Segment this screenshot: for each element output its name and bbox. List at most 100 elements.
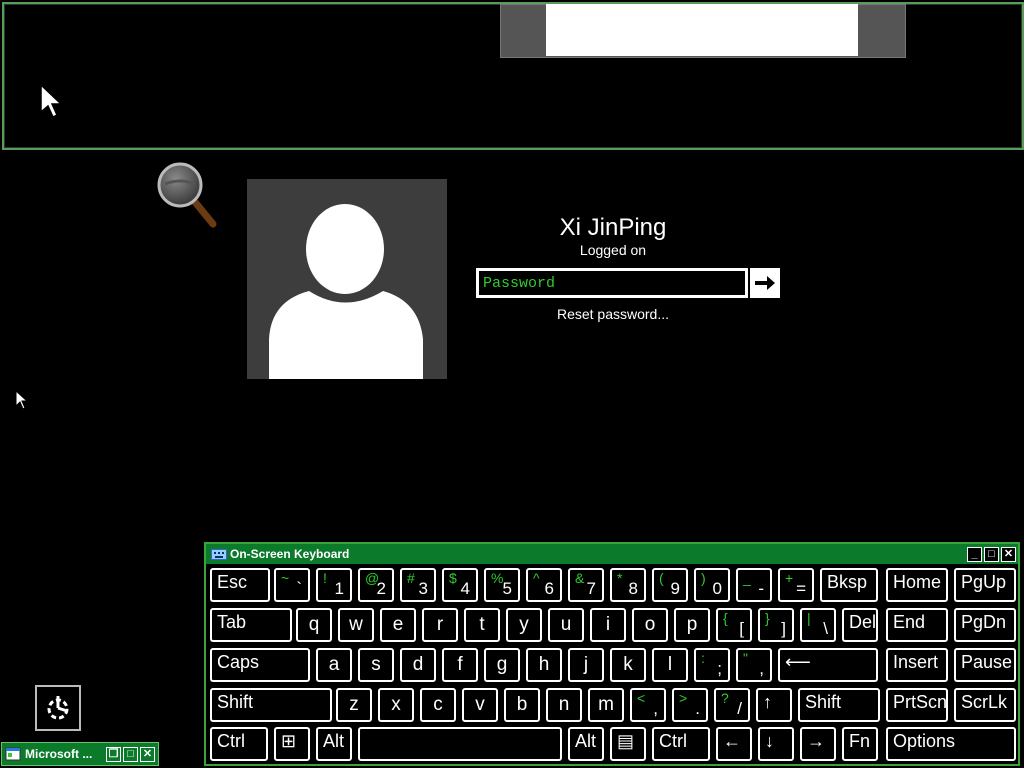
key-j[interactable]: j xyxy=(568,648,604,682)
key-altgr[interactable]: Alt xyxy=(568,727,604,761)
submit-arrow-button[interactable] xyxy=(750,268,780,298)
key-9[interactable]: (9 xyxy=(652,568,688,602)
key-r[interactable]: r xyxy=(422,608,458,642)
key-quote[interactable]: ", xyxy=(736,648,772,682)
key-5[interactable]: % 5 xyxy=(484,568,520,602)
key-p[interactable]: p xyxy=(674,608,710,642)
restore-button[interactable]: ❐ xyxy=(106,746,121,762)
close-button[interactable]: ✕ xyxy=(140,746,155,762)
key-options[interactable]: Options xyxy=(886,727,1016,761)
key-shift-label: $ xyxy=(449,570,457,586)
key-h[interactable]: h xyxy=(526,648,562,682)
key-rbracket[interactable]: }] xyxy=(758,608,794,642)
key-ctrl[interactable]: Ctrl xyxy=(210,727,268,761)
key-bksp[interactable]: Bksp xyxy=(820,568,878,602)
key-semicolon[interactable]: :; xyxy=(694,648,730,682)
key-lbracket[interactable]: {[ xyxy=(716,608,752,642)
key-label: d xyxy=(412,654,424,675)
key-equals[interactable]: + = xyxy=(778,568,814,602)
key-period[interactable]: >. xyxy=(672,688,708,722)
key-b[interactable]: b xyxy=(504,688,540,722)
key-n[interactable]: n xyxy=(546,688,582,722)
reset-password-link[interactable]: Reset password... xyxy=(520,306,706,322)
key-down[interactable]: ↓ xyxy=(758,727,794,761)
password-input[interactable] xyxy=(479,271,745,295)
key-c[interactable]: c xyxy=(420,688,456,722)
key-s[interactable]: s xyxy=(358,648,394,682)
key-rctrl[interactable]: Ctrl xyxy=(652,727,710,761)
key-scrlk[interactable]: ScrLk xyxy=(954,688,1016,722)
key-base-label: 6 xyxy=(544,579,554,598)
key-7[interactable]: & 7 xyxy=(568,568,604,602)
key-menu[interactable]: ▤ xyxy=(610,727,646,761)
key-f[interactable]: f xyxy=(442,648,478,682)
key-v[interactable]: v xyxy=(462,688,498,722)
key-1[interactable]: ! 1 xyxy=(316,568,352,602)
key-x[interactable]: x xyxy=(378,688,414,722)
maximize-button[interactable]: □ xyxy=(123,746,138,762)
key-tab[interactable]: Tab xyxy=(210,608,292,642)
key-k[interactable]: k xyxy=(610,648,646,682)
key-label: j xyxy=(583,654,589,675)
key-left[interactable]: ← xyxy=(716,727,752,761)
key-backslash[interactable]: | \ xyxy=(800,608,836,642)
key-space[interactable] xyxy=(358,727,562,761)
key-2[interactable]: @2 xyxy=(358,568,394,602)
minimize-button[interactable]: _ xyxy=(967,546,982,562)
key-comma[interactable]: <, xyxy=(630,688,666,722)
key-slash[interactable]: ? / xyxy=(714,688,750,722)
magnifier-icon[interactable] xyxy=(155,160,219,230)
ease-of-access-button[interactable] xyxy=(35,685,81,731)
key-l[interactable]: l xyxy=(652,648,688,682)
key-shift-label: & xyxy=(575,570,585,586)
close-button[interactable]: ✕ xyxy=(1001,546,1016,562)
maximize-button[interactable]: □ xyxy=(984,546,999,562)
key-lshift[interactable]: Shift xyxy=(210,688,332,722)
taskbar-item[interactable]: Microsoft ... ❐ □ ✕ xyxy=(1,742,159,766)
key-w[interactable]: w xyxy=(338,608,374,642)
key-e[interactable]: e xyxy=(380,608,416,642)
key-m[interactable]: m xyxy=(588,688,624,722)
key-insert[interactable]: Insert xyxy=(886,648,948,682)
key-d[interactable]: d xyxy=(400,648,436,682)
key-u[interactable]: u xyxy=(548,608,584,642)
osk-titlebar[interactable]: On-Screen Keyboard _ □ ✕ xyxy=(206,544,1018,564)
key-q[interactable]: q xyxy=(296,608,332,642)
key-home[interactable]: Home xyxy=(886,568,948,602)
key-fn[interactable]: Fn xyxy=(842,727,878,761)
key-pause[interactable]: Pause xyxy=(954,648,1016,682)
key-esc[interactable]: Esc xyxy=(210,568,270,602)
key-t[interactable]: t xyxy=(464,608,500,642)
key-win[interactable]: ⊞ xyxy=(274,727,310,761)
key-pgdn[interactable]: PgDn xyxy=(954,608,1016,642)
key-rshift[interactable]: Shift xyxy=(798,688,880,722)
key-up[interactable]: ↑ xyxy=(756,688,792,722)
key-caps[interactable]: Caps xyxy=(210,648,310,682)
key-4[interactable]: $4 xyxy=(442,568,478,602)
key-i[interactable]: i xyxy=(590,608,626,642)
key-del[interactable]: Del xyxy=(842,608,878,642)
key-y[interactable]: y xyxy=(506,608,542,642)
key-g[interactable]: g xyxy=(484,648,520,682)
logon-status: Logged on xyxy=(579,242,647,258)
key-6[interactable]: ^ 6 xyxy=(526,568,562,602)
key-3[interactable]: #3 xyxy=(400,568,436,602)
key-o[interactable]: o xyxy=(632,608,668,642)
key-minus[interactable]: _ - xyxy=(736,568,772,602)
key-8[interactable]: * 8 xyxy=(610,568,646,602)
key-label: c xyxy=(433,694,443,715)
key-prtscn[interactable]: PrtScn xyxy=(886,688,948,722)
key-z[interactable]: z xyxy=(336,688,372,722)
key-a[interactable]: a xyxy=(316,648,352,682)
key-enter[interactable]: ⟵ xyxy=(778,648,878,682)
key-label: y xyxy=(519,614,529,635)
key-shift-label: # xyxy=(407,570,415,586)
key-backtick[interactable]: ~ ` xyxy=(274,568,310,602)
key-alt[interactable]: Alt xyxy=(316,727,352,761)
key-right[interactable]: → xyxy=(800,727,836,761)
key-label: ⟵ xyxy=(785,652,811,672)
key-label: ← xyxy=(723,731,741,751)
key-end[interactable]: End xyxy=(886,608,948,642)
key-pgup[interactable]: PgUp xyxy=(954,568,1016,602)
key-0[interactable]: ) 0 xyxy=(694,568,730,602)
